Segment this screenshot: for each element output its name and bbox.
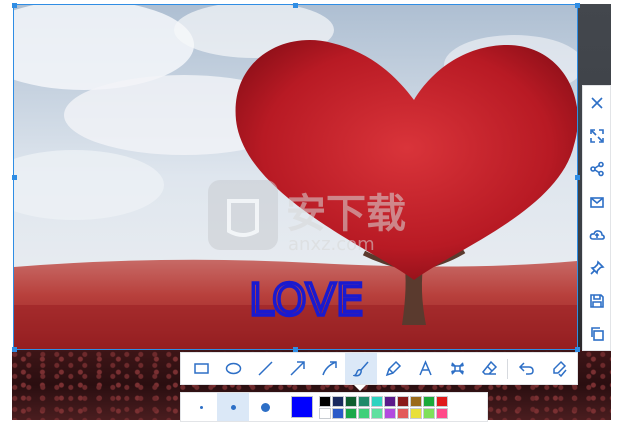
eraser-tool-button[interactable] [473,353,505,384]
color-swatch[interactable] [423,407,435,419]
color-swatch[interactable] [371,395,383,407]
drawing-toolbar [180,352,578,385]
color-swatch[interactable] [345,407,357,419]
color-swatch[interactable] [423,395,435,407]
action-toolbar [582,85,611,351]
resize-handle-top[interactable] [293,3,298,8]
color-swatch[interactable] [371,407,383,419]
line-icon [257,361,273,376]
curved-arrow-tool-button[interactable] [313,353,345,384]
screenshot-capture-stage: 安下载 anxz.com LOVE [0,0,633,426]
text-icon [418,360,432,376]
mosaic-icon [450,362,464,375]
color-swatch[interactable] [436,407,448,419]
color-swatch[interactable] [332,395,344,407]
size-large-dot [260,402,270,412]
color-swatch[interactable] [345,395,357,407]
brush-size-small[interactable] [185,393,217,421]
copy-icon [590,326,604,341]
color-swatch[interactable] [319,407,331,419]
rectangle-icon [193,363,209,374]
brush-icon [352,361,369,377]
watermark-text-en: anxz.com [288,234,375,255]
close-icon [590,96,603,109]
pin-icon [589,259,605,275]
arrow-tool-button[interactable] [281,353,313,384]
color-swatch[interactable] [397,395,409,407]
fullscreen-icon [589,128,604,143]
mosaic-tool-button[interactable] [441,353,473,384]
done-icon [552,360,567,377]
color-swatch[interactable] [384,407,396,419]
color-swatch[interactable] [358,395,370,407]
rectangle-tool-button[interactable] [185,353,217,384]
save-icon [589,293,604,308]
arrow-icon [289,361,305,376]
highlighter-icon [385,360,401,377]
save-button[interactable] [583,284,610,317]
fullscreen-button[interactable] [583,119,610,152]
color-swatch[interactable] [358,407,370,419]
brush-tool-button[interactable] [345,353,377,384]
highlighter-tool-button[interactable] [377,353,409,384]
resize-handle-right[interactable] [575,175,580,180]
mail-icon [589,196,604,208]
resize-handle-top-left[interactable] [12,3,17,8]
copy-button[interactable] [583,317,610,350]
capture-selection[interactable]: 安下载 anxz.com LOVE [13,4,578,350]
pin-button[interactable] [583,251,610,284]
color-swatch[interactable] [410,395,422,407]
resize-handle-top-right[interactable] [575,3,580,8]
brush-annotation-text: LOVE [249,275,364,326]
captured-image: 安下载 anxz.com LOVE [14,5,577,349]
size-small-dot [199,405,203,409]
resize-handle-left[interactable] [12,175,17,180]
share-icon [589,161,604,176]
mail-button[interactable] [583,185,610,218]
watermark-text-cn: 安下载 [286,191,406,237]
undo-button[interactable] [510,353,542,384]
eraser-icon [481,360,497,375]
brush-size-medium[interactable] [217,393,249,421]
cloud-upload-button[interactable] [583,218,610,251]
color-swatch[interactable] [410,407,422,419]
brush-size-large[interactable] [249,393,281,421]
brush-options-panel [180,392,488,422]
color-swatch[interactable] [384,395,396,407]
active-tool-pointer [354,385,366,391]
line-tool-button[interactable] [249,353,281,384]
ellipse-tool-button[interactable] [217,353,249,384]
cloud-upload-icon [589,229,605,240]
color-palette [319,395,448,419]
text-tool-button[interactable] [409,353,441,384]
size-medium-dot [230,404,236,410]
color-swatch[interactable] [397,407,409,419]
color-swatch[interactable] [332,407,344,419]
done-button[interactable] [542,353,574,384]
color-swatch[interactable] [319,395,331,407]
curved-arrow-icon [321,361,337,376]
current-color-swatch[interactable] [291,396,313,418]
ellipse-icon [225,362,241,375]
undo-icon [518,362,534,375]
resize-handle-bottom-left[interactable] [12,347,17,352]
close-button[interactable] [583,86,610,119]
share-button[interactable] [583,152,610,185]
color-swatch[interactable] [436,395,448,407]
toolbar-divider [507,358,508,379]
